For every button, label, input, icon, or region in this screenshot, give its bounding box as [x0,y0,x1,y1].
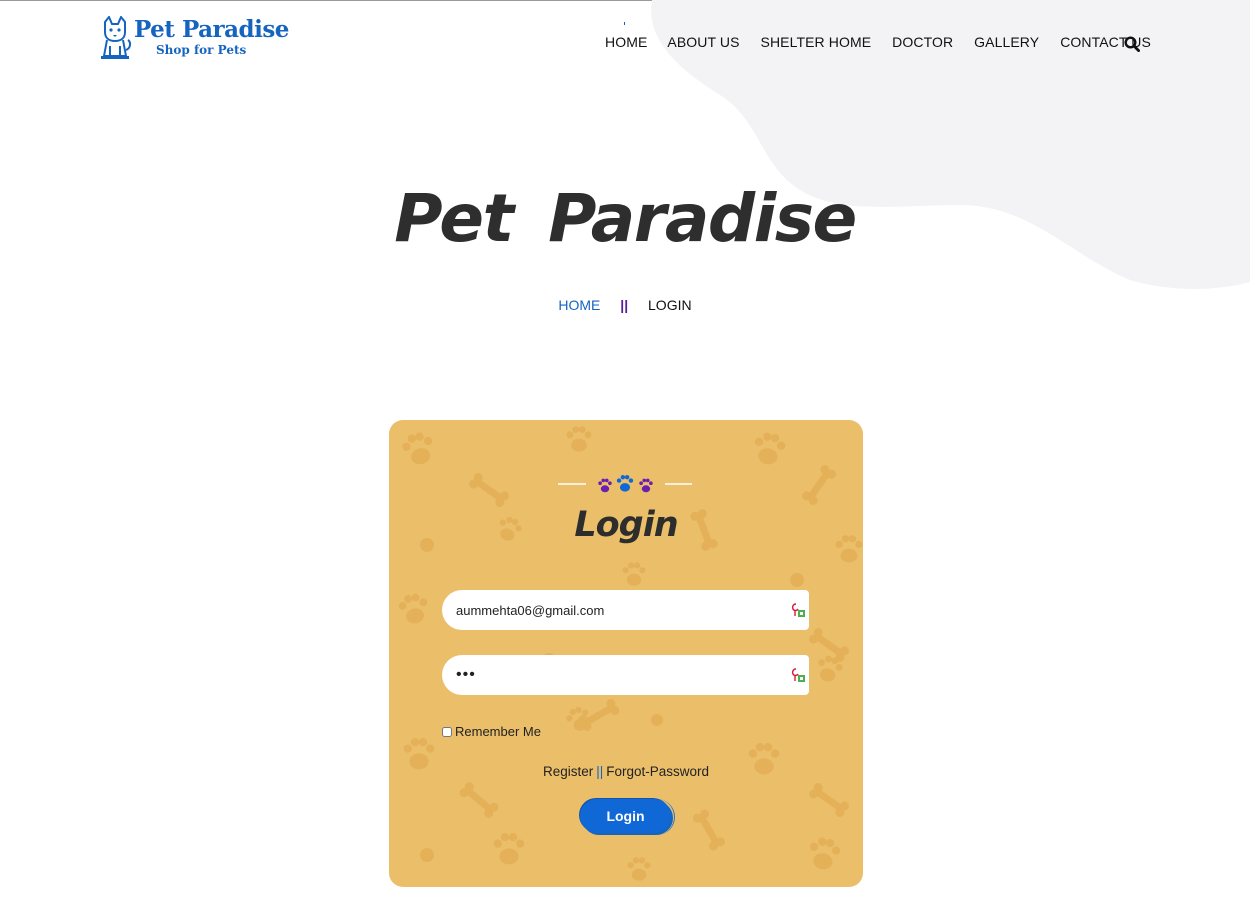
breadcrumb: HOME || LOGIN [0,297,1250,313]
breadcrumb-current: LOGIN [648,297,692,313]
password-field-wrapper [442,655,809,695]
email-input[interactable] [456,590,776,630]
nav-item-about-us[interactable]: ABOUT US [667,34,739,50]
forgot-password-link[interactable]: Forgot-Password [606,764,709,779]
links-separator: || [596,764,604,779]
breadcrumb-home-link[interactable]: HOME [558,297,600,313]
login-button[interactable]: Login [580,799,675,835]
nav-item-shelter-home[interactable]: SHELTER HOME [761,34,872,50]
auth-links: Register || Forgot-Password [389,764,863,779]
main-nav: HOME ABOUT US SHELTER HOME DOCTOR GALLER… [605,34,1172,50]
login-card: Login Remember Me Register||Forgot-Passw… [389,420,863,887]
remember-me-checkbox[interactable] [442,726,452,737]
remember-me[interactable]: Remember Me [442,724,541,739]
nav-item-home[interactable]: HOME [605,34,647,50]
password-input[interactable] [456,655,776,695]
page-title: Pet Paradise [394,180,857,257]
password-manager-icon[interactable] [791,602,805,618]
brand-subtitle: Shop for Pets [156,43,247,57]
register-link[interactable]: Register [543,764,593,779]
breadcrumb-separator: || [620,297,629,313]
nav-item-doctor[interactable]: DOCTOR [892,34,953,50]
brand-title: Pet Paradise [134,16,289,43]
nav-active-indicator [624,22,625,25]
login-title: Login [574,505,678,545]
remember-me-label: Remember Me [455,724,541,739]
paw-divider [558,475,692,493]
nav-item-gallery[interactable]: GALLERY [974,34,1039,50]
email-field-wrapper [442,590,809,630]
dog-logo-icon [101,16,132,59]
search-icon[interactable] [1124,36,1140,52]
site-header: Pet Paradise Shop for Pets HOME ABOUT US… [0,0,1250,90]
password-manager-icon[interactable] [791,667,805,683]
brand-logo[interactable]: Pet Paradise Shop for Pets [98,16,289,60]
